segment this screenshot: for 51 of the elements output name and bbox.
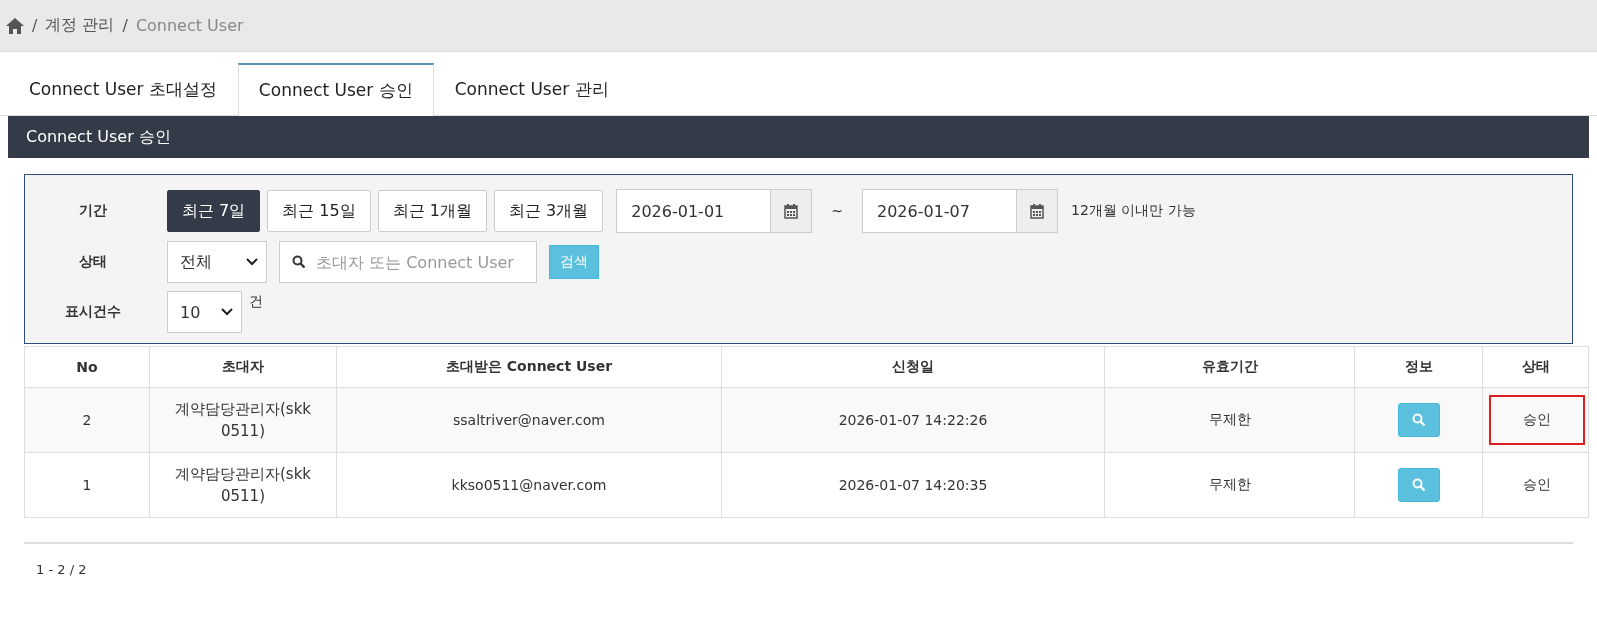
- period-button[interactable]: 최근 3개월: [494, 190, 604, 232]
- breadcrumb-item[interactable]: 계정 관리: [45, 15, 115, 36]
- date-separator: ~: [831, 203, 843, 219]
- column-header: 신청일: [721, 346, 1105, 388]
- field-label: 표시건수: [63, 303, 122, 321]
- table-cell: 1: [24, 452, 150, 518]
- calendar-icon: [784, 203, 799, 219]
- panel-header: Connect User 승인: [8, 116, 1589, 158]
- search-icon: [1411, 413, 1426, 427]
- search-field[interactable]: 초대자 또는 Connect User: [279, 241, 537, 283]
- tab[interactable]: Connect User 관리: [433, 63, 630, 115]
- column-header: No: [24, 346, 150, 388]
- caret-icon: [246, 258, 258, 266]
- info-button[interactable]: [1397, 403, 1440, 437]
- date-field[interactable]: 2026-01-07: [862, 189, 1058, 233]
- breadcrumb-separator: /: [32, 16, 38, 35]
- table-cell: kkso0511@naver.com: [336, 452, 722, 518]
- table-cell: 계약담당관리자(skk0511): [149, 452, 337, 518]
- info-button[interactable]: [1397, 468, 1440, 502]
- status-text: 승인: [1522, 475, 1552, 494]
- table-cell: 2: [24, 387, 150, 453]
- table-cell: 계약담당관리자(skk0511): [149, 387, 337, 453]
- table-cell: 무제한: [1104, 387, 1355, 453]
- table-cell: 2026-01-07 14:22:26: [721, 387, 1105, 453]
- column-header: 상태: [1482, 346, 1589, 388]
- home-icon[interactable]: [6, 17, 24, 34]
- table-cell: 2026-01-07 14:20:35: [721, 452, 1105, 518]
- field-label: 기간: [77, 202, 108, 220]
- pagination-info: 1 - 2 / 2: [35, 561, 88, 579]
- status-text: 승인: [1489, 395, 1585, 445]
- caret-icon: [221, 308, 233, 316]
- count-select[interactable]: 10: [167, 291, 242, 333]
- search-icon: [1411, 478, 1426, 492]
- table-cell: ssaltriver@naver.com: [336, 387, 722, 453]
- column-header: 초대받은 Connect User: [336, 346, 722, 388]
- period-button[interactable]: 최근 1개월: [377, 190, 487, 232]
- tab[interactable]: Connect User 승인: [237, 63, 434, 116]
- count-unit: 건: [249, 293, 263, 311]
- date-note: 12개월 이내만 가능: [1071, 202, 1196, 220]
- column-header: 초대자: [149, 346, 337, 388]
- tab[interactable]: Connect User 초대설정: [8, 63, 238, 115]
- status-select[interactable]: 전체: [167, 241, 267, 283]
- field-label: 상태: [77, 253, 108, 271]
- column-header: 유효기간: [1104, 346, 1355, 388]
- calendar-icon: [1030, 203, 1044, 219]
- table-cell: 무제한: [1104, 452, 1355, 518]
- breadcrumb-separator: /: [122, 16, 128, 35]
- column-header: 정보: [1354, 346, 1483, 388]
- period-button[interactable]: 최근 15일: [267, 190, 371, 232]
- date-field[interactable]: 2026-01-01: [616, 189, 813, 233]
- period-button[interactable]: 최근 7일: [167, 190, 261, 232]
